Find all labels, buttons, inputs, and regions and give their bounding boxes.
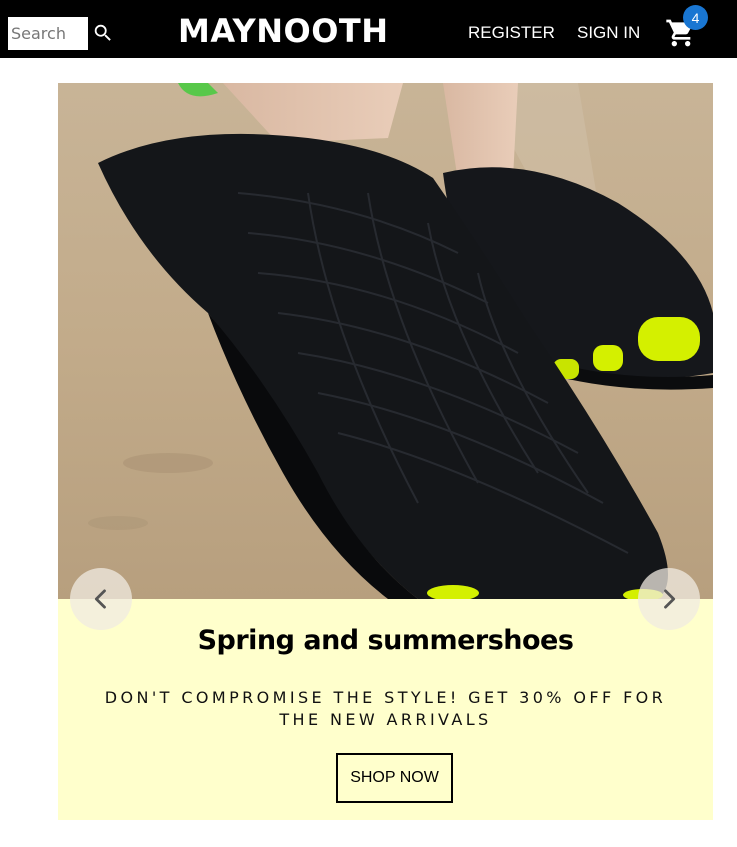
register-link[interactable]: REGISTER (468, 23, 555, 43)
shop-now-button[interactable]: SHOP NOW (336, 753, 453, 803)
sign-in-link[interactable]: SIGN IN (577, 23, 640, 43)
hero-image (58, 83, 713, 599)
search-button[interactable] (92, 22, 114, 44)
carousel-prev-button[interactable] (70, 568, 132, 630)
carousel-next-button[interactable] (638, 568, 700, 630)
slide-title: Spring and summershoes (197, 625, 574, 656)
cart-count-badge: 4 (683, 5, 708, 30)
top-navigation-bar: MAYNOOTH REGISTER SIGN IN 4 (0, 0, 737, 58)
carousel-caption: Spring and summershoes DON'T COMPROMISE … (58, 599, 713, 820)
slide-subtitle: DON'T COMPROMISE THE STYLE! GET 30% OFF … (104, 688, 667, 729)
hero-carousel: Spring and summershoes DON'T COMPROMISE … (58, 83, 713, 820)
search-input[interactable] (8, 17, 88, 50)
search-icon (94, 24, 111, 41)
chevron-left-icon (94, 589, 106, 609)
brand-logo[interactable]: MAYNOOTH (178, 12, 389, 50)
chevron-right-icon (664, 589, 676, 609)
shoe-photo-illustration (58, 83, 713, 599)
